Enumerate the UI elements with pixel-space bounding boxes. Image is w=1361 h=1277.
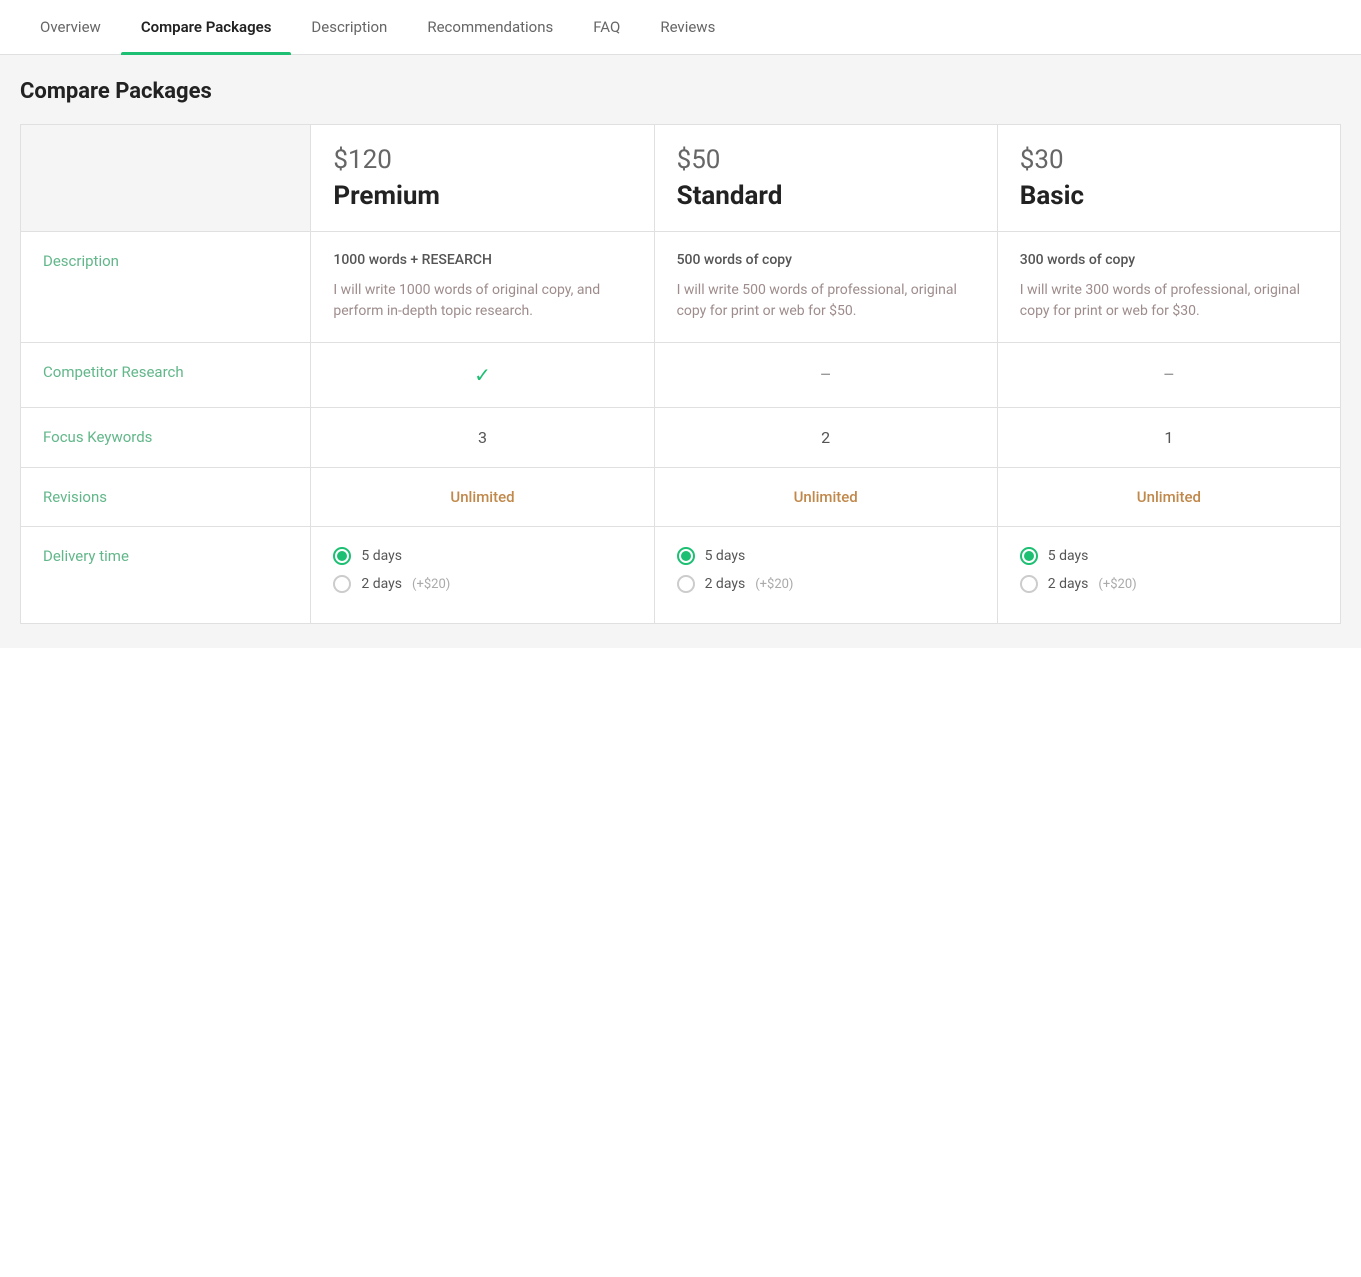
delivery-time-row: Delivery time 5 days 2 days (+$20) 5 day… <box>21 527 1341 624</box>
basic-competitor-research: – <box>997 343 1340 408</box>
basic-desc-detail: I will write 300 words of professional, … <box>1020 280 1318 322</box>
premium-2day-radio[interactable] <box>333 575 351 593</box>
standard-2day-radio[interactable] <box>677 575 695 593</box>
check-icon: ✓ <box>474 363 491 387</box>
premium-2day-extra: (+$20) <box>412 577 450 592</box>
basic-name: Basic <box>1020 181 1318 211</box>
standard-2day-label: 2 days <box>705 576 746 592</box>
standard-focus-keywords: 2 <box>654 408 997 468</box>
competitor-research-label: Competitor Research <box>21 343 311 408</box>
basic-2day-radio[interactable] <box>1020 575 1038 593</box>
basic-focus-keywords: 1 <box>997 408 1340 468</box>
page-title: Compare Packages <box>20 79 1341 104</box>
header-row: $120 Premium $50 Standard $30 Basic <box>21 125 1341 232</box>
standard-delivery: 5 days 2 days (+$20) <box>654 527 997 624</box>
basic-description: 300 words of copy I will write 300 words… <box>997 232 1340 343</box>
focus-keywords-label: Focus Keywords <box>21 408 311 468</box>
premium-name: Premium <box>333 181 631 211</box>
standard-delivery-2days-option[interactable]: 2 days (+$20) <box>677 575 975 593</box>
standard-description: 500 words of copy I will write 500 words… <box>654 232 997 343</box>
basic-desc-main: 300 words of copy <box>1020 252 1318 268</box>
revisions-row: Revisions Unlimited Unlimited Unlimited <box>21 468 1341 527</box>
premium-delivery: 5 days 2 days (+$20) <box>311 527 654 624</box>
header-empty-cell <box>21 125 311 232</box>
basic-delivery-5days-option[interactable]: 5 days <box>1020 547 1318 565</box>
tab-recommendations[interactable]: Recommendations <box>407 0 573 54</box>
premium-revisions: Unlimited <box>311 468 654 527</box>
basic-2day-extra: (+$20) <box>1098 577 1136 592</box>
standard-5day-label: 5 days <box>705 548 746 564</box>
description-label: Description <box>21 232 311 343</box>
premium-5day-label: 5 days <box>361 548 402 564</box>
dash-icon: – <box>1163 365 1175 386</box>
header-basic: $30 Basic <box>997 125 1340 232</box>
page-content: Compare Packages $120 Premium $50 Standa… <box>0 55 1361 648</box>
tab-description[interactable]: Description <box>291 0 407 54</box>
basic-revisions: Unlimited <box>997 468 1340 527</box>
premium-competitor-research: ✓ <box>311 343 654 408</box>
premium-delivery-5days-option[interactable]: 5 days <box>333 547 631 565</box>
standard-competitor-research: – <box>654 343 997 408</box>
basic-5day-label: 5 days <box>1048 548 1089 564</box>
basic-5day-radio-selected[interactable] <box>1020 547 1038 565</box>
tab-faq[interactable]: FAQ <box>573 0 640 54</box>
premium-description: 1000 words + RESEARCH I will write 1000 … <box>311 232 654 343</box>
basic-delivery-2days-option[interactable]: 2 days (+$20) <box>1020 575 1318 593</box>
premium-desc-detail: I will write 1000 words of original copy… <box>333 280 631 322</box>
revisions-label: Revisions <box>21 468 311 527</box>
compare-table: $120 Premium $50 Standard $30 Basic Desc… <box>20 124 1341 624</box>
dash-icon: – <box>820 365 832 386</box>
tab-reviews[interactable]: Reviews <box>640 0 735 54</box>
basic-2day-label: 2 days <box>1048 576 1089 592</box>
premium-focus-keywords: 3 <box>311 408 654 468</box>
premium-5day-radio-selected[interactable] <box>333 547 351 565</box>
basic-price: $30 <box>1020 145 1318 175</box>
tab-compare-packages[interactable]: Compare Packages <box>121 0 292 54</box>
competitor-research-row: Competitor Research ✓ – – <box>21 343 1341 408</box>
standard-price: $50 <box>677 145 975 175</box>
standard-desc-detail: I will write 500 words of professional, … <box>677 280 975 322</box>
description-row: Description 1000 words + RESEARCH I will… <box>21 232 1341 343</box>
standard-5day-radio-selected[interactable] <box>677 547 695 565</box>
premium-desc-main: 1000 words + RESEARCH <box>333 252 631 268</box>
premium-price: $120 <box>333 145 631 175</box>
premium-2day-label: 2 days <box>361 576 402 592</box>
standard-2day-extra: (+$20) <box>755 577 793 592</box>
standard-revisions: Unlimited <box>654 468 997 527</box>
tab-overview[interactable]: Overview <box>20 0 121 54</box>
nav-tabs: Overview Compare Packages Description Re… <box>0 0 1361 55</box>
standard-desc-main: 500 words of copy <box>677 252 975 268</box>
header-premium: $120 Premium <box>311 125 654 232</box>
header-standard: $50 Standard <box>654 125 997 232</box>
delivery-time-label: Delivery time <box>21 527 311 624</box>
standard-name: Standard <box>677 181 975 211</box>
basic-delivery: 5 days 2 days (+$20) <box>997 527 1340 624</box>
focus-keywords-row: Focus Keywords 3 2 1 <box>21 408 1341 468</box>
premium-delivery-2days-option[interactable]: 2 days (+$20) <box>333 575 631 593</box>
standard-delivery-5days-option[interactable]: 5 days <box>677 547 975 565</box>
